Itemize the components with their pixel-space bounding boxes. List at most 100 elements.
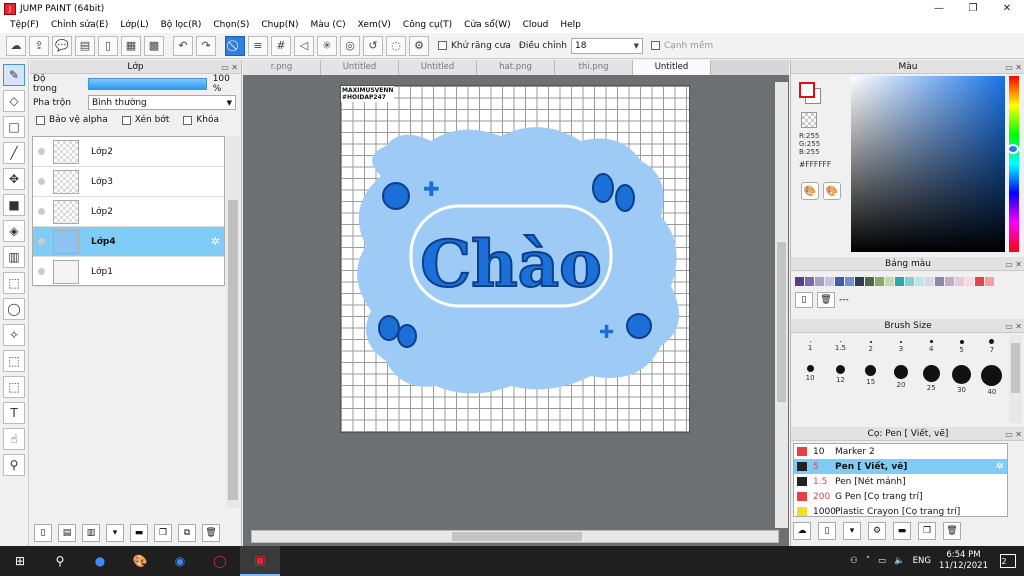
blend-mode-select[interactable]: Bình thường ▼ [87,95,236,110]
color-settings-icon[interactable]: 🎨 [823,182,841,200]
panel-float-close-icon[interactable]: ▭ ✕ [221,61,238,75]
brush-size-option[interactable]: 12 [825,365,855,384]
brush-menu-icon[interactable]: ▾ [843,522,861,540]
snap-off-icon[interactable]: ⃠ [225,35,245,56]
lock-checkbox[interactable] [183,115,193,125]
rectangle-icon[interactable]: □ [3,116,25,138]
bucket-icon[interactable]: ◈ [3,220,25,242]
brush-size-option[interactable]: 10 [795,365,825,382]
snap-radial-icon[interactable]: ✳ [317,35,337,56]
palette-swatch[interactable] [905,277,914,286]
menu-select[interactable]: Chọn(S) [207,20,255,30]
snap-circle-icon[interactable]: ◎ [340,35,360,56]
tab-hat-png[interactable]: hat.png [477,60,555,75]
panel-float-close-icon[interactable]: ▭ ✕ [1005,61,1022,75]
network-icon[interactable]: ▭ [878,556,886,566]
palette-swatch[interactable] [805,277,814,286]
new-layer-8bit-icon[interactable]: ▤ [58,524,76,542]
eraser-icon[interactable]: ◇ [3,90,25,112]
palette-swatch[interactable] [925,277,934,286]
menu-capture[interactable]: Chụp(N) [255,20,304,30]
visibility-icon[interactable] [38,178,45,185]
select-pen-icon[interactable]: ⬚ [3,350,25,372]
palette-swatch[interactable] [865,277,874,286]
speaker-icon[interactable]: 🔈 [894,556,905,566]
brush-size-option[interactable]: 25 [916,365,946,392]
folder-icon[interactable]: ▬ [130,524,148,542]
palette-swatch[interactable] [955,277,964,286]
menu-view[interactable]: Xem(V) [352,20,397,30]
adjust-select[interactable]: 18 ▼ [570,37,643,54]
opacity-slider[interactable] [87,77,207,90]
delete-layer-icon[interactable]: 🗑 [202,524,220,542]
merge-layer-icon[interactable]: ⧉ [178,524,196,542]
menu-window[interactable]: Cửa sổ(W) [458,20,516,30]
palette-swatch[interactable] [915,277,924,286]
menu-cloud[interactable]: Cloud [517,20,555,30]
canvas-horizontal-scrollbar[interactable] [251,530,779,543]
gear-icon[interactable]: ✲ [211,235,220,248]
palette-swatch[interactable] [985,277,994,286]
visibility-icon[interactable] [38,238,45,245]
brush-item[interactable]: 1000 Plastic Crayon [Cọ trang trí] [794,504,1007,516]
drawing-canvas[interactable]: MAXIMUSVENN #HOIDAP247 Chào ✚ ✚ [340,85,690,433]
move-icon[interactable]: ✥ [3,168,25,190]
panel-icon[interactable]: ▦ [121,35,141,56]
menu-file[interactable]: Tệp(F) [4,20,45,30]
windows-start-icon[interactable]: ⊞ [0,546,40,576]
hue-slider[interactable] [1009,76,1019,252]
palette-swatch[interactable] [845,277,854,286]
clipping-option[interactable]: Xén bớt [121,115,169,125]
panel-float-close-icon[interactable]: ▭ ✕ [1005,258,1022,272]
medibang-app-icon[interactable]: ▣ [240,546,280,576]
palette-swatch[interactable] [935,277,944,286]
brush-item[interactable]: 200 G Pen [Cọ trang trí] [794,489,1007,504]
brush-item[interactable]: 1.5 Pen [Nét mảnh] [794,474,1007,489]
magic-wand-icon[interactable]: ✧ [3,324,25,346]
color-palette-icon[interactable]: 🎨 [801,182,819,200]
brush-item[interactable]: 10 Marker 2 [794,444,1007,459]
grid-settings-icon[interactable]: ▩ [144,35,164,56]
saturation-value-picker[interactable] [851,76,1005,252]
tab-untitled-1[interactable]: Untitled [321,60,399,75]
brush-size-option[interactable]: 3 [886,335,916,353]
scroll-thumb[interactable] [228,200,238,500]
speech-icon[interactable]: 💬 [52,35,72,56]
snap-settings-icon[interactable]: ⚙ [409,35,429,56]
visibility-icon[interactable] [38,268,45,275]
chevron-up-icon[interactable]: ˄ [866,556,870,566]
delete-swatch-icon[interactable]: 🗑 [817,292,835,308]
layer-scrollbar[interactable] [226,136,240,508]
select-eraser-icon[interactable]: ⬚ [3,376,25,398]
snap-curve-icon[interactable]: ↺ [363,35,383,56]
snap-ellipse-icon[interactable]: ◌ [386,35,406,56]
close-icon[interactable]: ✕ [990,0,1024,17]
brush-size-option[interactable]: 1.5 [825,335,855,352]
redo-icon[interactable]: ↷ [196,35,216,56]
palette-swatch[interactable] [835,277,844,286]
hue-marker[interactable] [1007,144,1019,154]
delete-brush-icon[interactable]: 🗑 [943,522,961,540]
gradient-icon[interactable]: ▥ [3,246,25,268]
layer-row[interactable]: Lớp2 [33,197,224,227]
add-layer-menu-icon[interactable]: ▾ [106,524,124,542]
new-brush-icon[interactable]: ▯ [818,522,836,540]
tab-untitled-active[interactable]: Untitled [633,60,711,75]
tab-r-png[interactable]: r.png [243,60,321,75]
brush-size-option[interactable]: 2 [856,335,886,353]
brush-size-option[interactable]: 5 [946,335,976,354]
palette-swatch[interactable] [965,277,974,286]
layer-row-active[interactable]: Lớp4 ✲ [33,227,224,257]
palette-swatch[interactable] [875,277,884,286]
notification-icon[interactable]: 2 [1000,554,1016,568]
opera-app-icon[interactable]: ◯ [200,546,240,576]
zalo-app-icon[interactable]: ◉ [160,546,200,576]
brush-size-scrollbar[interactable] [1009,335,1022,423]
page-icon[interactable]: ▯ [98,35,118,56]
gear-icon[interactable]: ✲ [996,461,1004,472]
lock-option[interactable]: Khóa [183,115,219,125]
palette-swatch[interactable] [945,277,954,286]
panel-float-close-icon[interactable]: ▭ ✕ [1005,428,1022,442]
undo-icon[interactable]: ↶ [173,35,193,56]
palette-swatch[interactable] [855,277,864,286]
